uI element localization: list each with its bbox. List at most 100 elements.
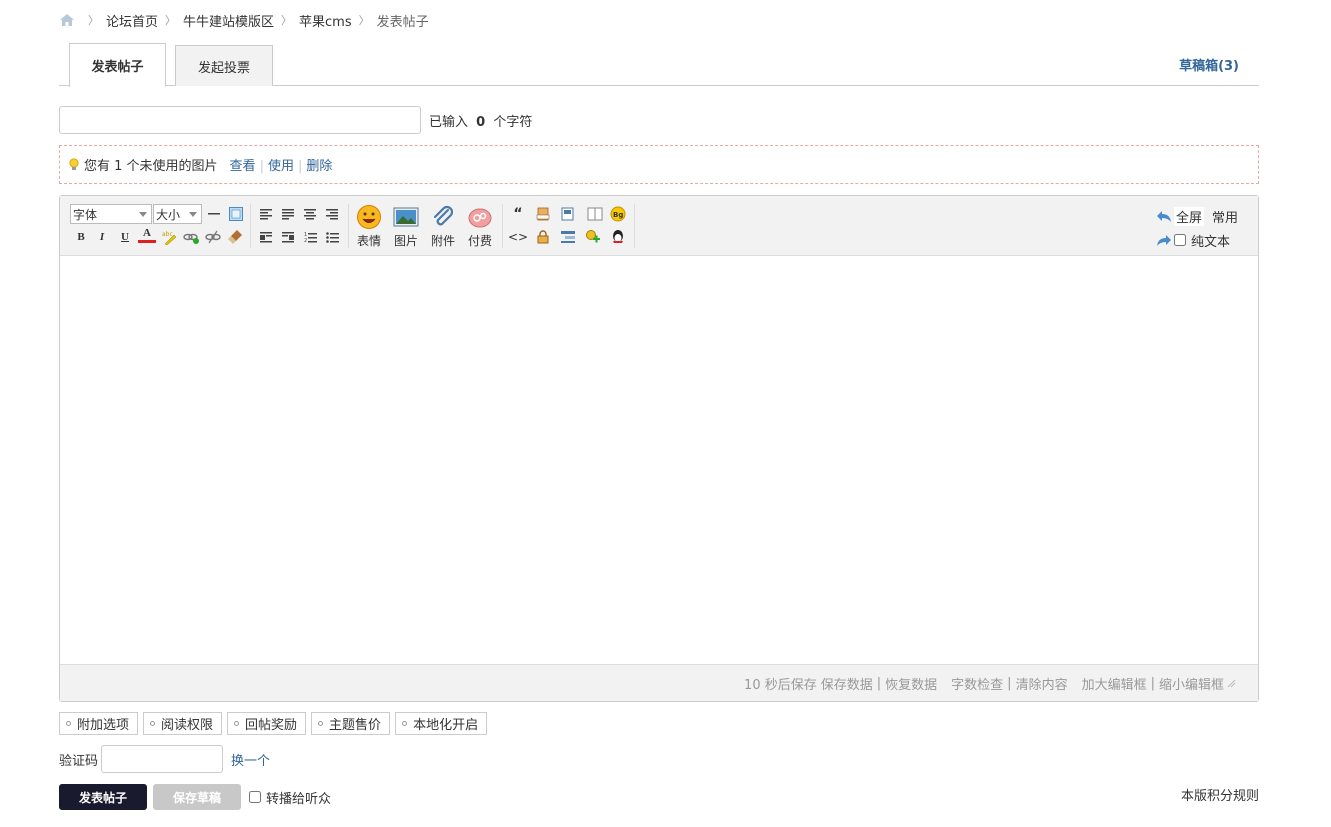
breadcrumb: 〉 论坛首页 〉 牛牛建站模版区 〉 苹果cms 〉 发表帖子: [59, 10, 429, 30]
char-counter-value: 0: [476, 114, 486, 130]
unlink-icon[interactable]: [204, 228, 222, 246]
enlarge-editor-link[interactable]: 加大编辑框: [1082, 674, 1147, 693]
table-icon[interactable]: [227, 205, 245, 223]
page-break-icon[interactable]: [586, 205, 604, 223]
redo-arrow-icon[interactable]: [1156, 233, 1172, 247]
option-extra[interactable]: 附加选项: [59, 712, 139, 735]
clear-content-link[interactable]: 清除内容: [1016, 674, 1068, 693]
unused-image-notice: 您有 1 个未使用的图片 查看 | 使用 | 删除: [59, 145, 1259, 184]
hide-content-icon[interactable]: [559, 205, 577, 223]
chevron-right-icon: 〉: [358, 14, 370, 27]
font-color-button[interactable]: A: [138, 226, 156, 243]
option-read-permission[interactable]: 阅读权限: [143, 712, 223, 735]
captcha-refresh-link[interactable]: 换一个: [231, 750, 270, 769]
breadcrumb-current: 发表帖子: [376, 14, 429, 30]
emoticon-button[interactable]: 表情: [352, 204, 386, 250]
code-icon[interactable]: <>: [508, 228, 528, 246]
horizontal-rule-icon[interactable]: [205, 205, 223, 223]
broadcast-option[interactable]: 转播给听众: [249, 788, 331, 807]
post-type-tabs: 发表帖子 发起投票 草稿箱(3): [59, 43, 1259, 87]
plain-text-checkbox[interactable]: [1173, 234, 1186, 246]
subject-input[interactable]: [59, 106, 421, 134]
board-points-rules-link[interactable]: 本版积分规则: [1181, 785, 1259, 804]
use-images-link[interactable]: 使用: [268, 159, 294, 174]
attachment-button[interactable]: 附件: [426, 204, 460, 250]
underline-button[interactable]: U: [116, 228, 134, 246]
bold-button[interactable]: B: [72, 228, 90, 246]
align-right-icon[interactable]: [323, 205, 341, 223]
svg-text:abc: abc: [162, 231, 173, 238]
option-reply-reward-label: 回帖奖励: [245, 718, 298, 733]
broadcast-checkbox[interactable]: [249, 791, 261, 803]
chevron-right-icon: 〉: [88, 14, 99, 27]
link-icon[interactable]: [182, 228, 200, 246]
attachment-button-label: 附件: [430, 234, 455, 248]
autosave-status: 10 秒后保存: [744, 677, 817, 693]
font-size-select[interactable]: 大小: [153, 204, 202, 224]
chevron-right-icon: 〉: [165, 14, 177, 27]
tab-new-post[interactable]: 发表帖子: [69, 43, 166, 87]
shrink-editor-link[interactable]: 缩小编辑框: [1159, 674, 1224, 693]
piggy-bank-icon: [468, 208, 492, 228]
submit-post-button[interactable]: 发表帖子: [59, 784, 147, 810]
breadcrumb-apple-cms[interactable]: 苹果cms: [299, 11, 352, 30]
editor-mode-controls: 全屏 常用 纯文本: [1156, 206, 1238, 254]
paid-content-button[interactable]: 付费: [463, 204, 497, 250]
highlight-icon[interactable]: abc: [160, 228, 178, 246]
emoticon-button-label: 表情: [356, 234, 381, 248]
font-family-select[interactable]: 字体: [70, 204, 152, 224]
undo-arrow-icon[interactable]: [1156, 209, 1172, 223]
breadcrumb-forum-home[interactable]: 论坛首页: [106, 11, 158, 30]
view-images-link[interactable]: 查看: [230, 159, 256, 174]
option-thread-price[interactable]: 主题售价: [311, 712, 391, 735]
italic-button[interactable]: I: [93, 228, 111, 246]
option-localization[interactable]: 本地化开启: [395, 712, 488, 735]
char-counter-prefix: 已输入: [429, 114, 469, 130]
resize-handle-icon[interactable]: [1226, 678, 1236, 688]
captcha-label: 验证码: [59, 753, 99, 769]
option-read-permission-label: 阅读权限: [161, 718, 214, 733]
ordered-list-icon[interactable]: 12: [301, 228, 319, 246]
align-center-icon[interactable]: [301, 205, 319, 223]
quote-icon[interactable]: “: [509, 205, 527, 223]
broadcast-label: 转播给听众: [266, 791, 332, 807]
common-mode-button[interactable]: 常用: [1212, 207, 1238, 226]
qq-icon[interactable]: [609, 228, 627, 246]
restore-data-link[interactable]: 恢复数据: [885, 674, 937, 693]
align-justify-icon[interactable]: [279, 205, 297, 223]
image-button[interactable]: 图片: [389, 204, 423, 250]
drafts-link[interactable]: 草稿箱(3): [1179, 55, 1239, 74]
tab-new-poll[interactable]: 发起投票: [175, 45, 273, 86]
add-plugin-icon[interactable]: [584, 228, 602, 246]
option-thread-price-label: 主题售价: [329, 718, 382, 733]
float-left-icon[interactable]: [257, 228, 275, 246]
captcha-row: 验证码 换一个: [59, 745, 270, 773]
font-family-select-label: 字体: [73, 207, 98, 222]
paid-content-button-label: 付费: [467, 234, 492, 248]
unordered-list-icon[interactable]: [323, 228, 341, 246]
align-left-icon[interactable]: [257, 205, 275, 223]
breadcrumb-template-zone[interactable]: 牛牛建站模版区: [183, 11, 274, 30]
subject-row: 已输入 0 个字符: [59, 106, 532, 134]
fullscreen-button[interactable]: 全屏: [1173, 206, 1204, 226]
free-block-icon[interactable]: [534, 205, 552, 223]
clear-format-icon[interactable]: [226, 228, 244, 246]
lightbulb-icon: [69, 157, 79, 172]
indent-icon[interactable]: [559, 228, 577, 246]
editor-toolbar: 字体 大小 B I U A abc 12 表情 图片 附件 付费 “ Bg <>…: [60, 196, 1258, 256]
background-icon[interactable]: Bg: [609, 205, 627, 223]
word-check-link[interactable]: 字数检查: [951, 674, 1003, 693]
home-icon[interactable]: [59, 13, 75, 27]
delete-images-link[interactable]: 删除: [306, 159, 332, 174]
font-size-select-label: 大小: [156, 207, 181, 222]
editor-content-area[interactable]: [60, 256, 1258, 664]
post-editor: 字体 大小 B I U A abc 12 表情 图片 附件 付费 “ Bg <>…: [59, 195, 1259, 702]
password-lock-icon[interactable]: [534, 228, 552, 246]
save-draft-button[interactable]: 保存草稿: [153, 784, 241, 810]
float-right-icon[interactable]: [279, 228, 297, 246]
chevron-right-icon: 〉: [281, 14, 293, 27]
option-extra-label: 附加选项: [77, 718, 130, 733]
captcha-input[interactable]: [101, 745, 224, 773]
option-reply-reward[interactable]: 回帖奖励: [227, 712, 307, 735]
save-data-link[interactable]: 保存数据: [821, 674, 873, 693]
